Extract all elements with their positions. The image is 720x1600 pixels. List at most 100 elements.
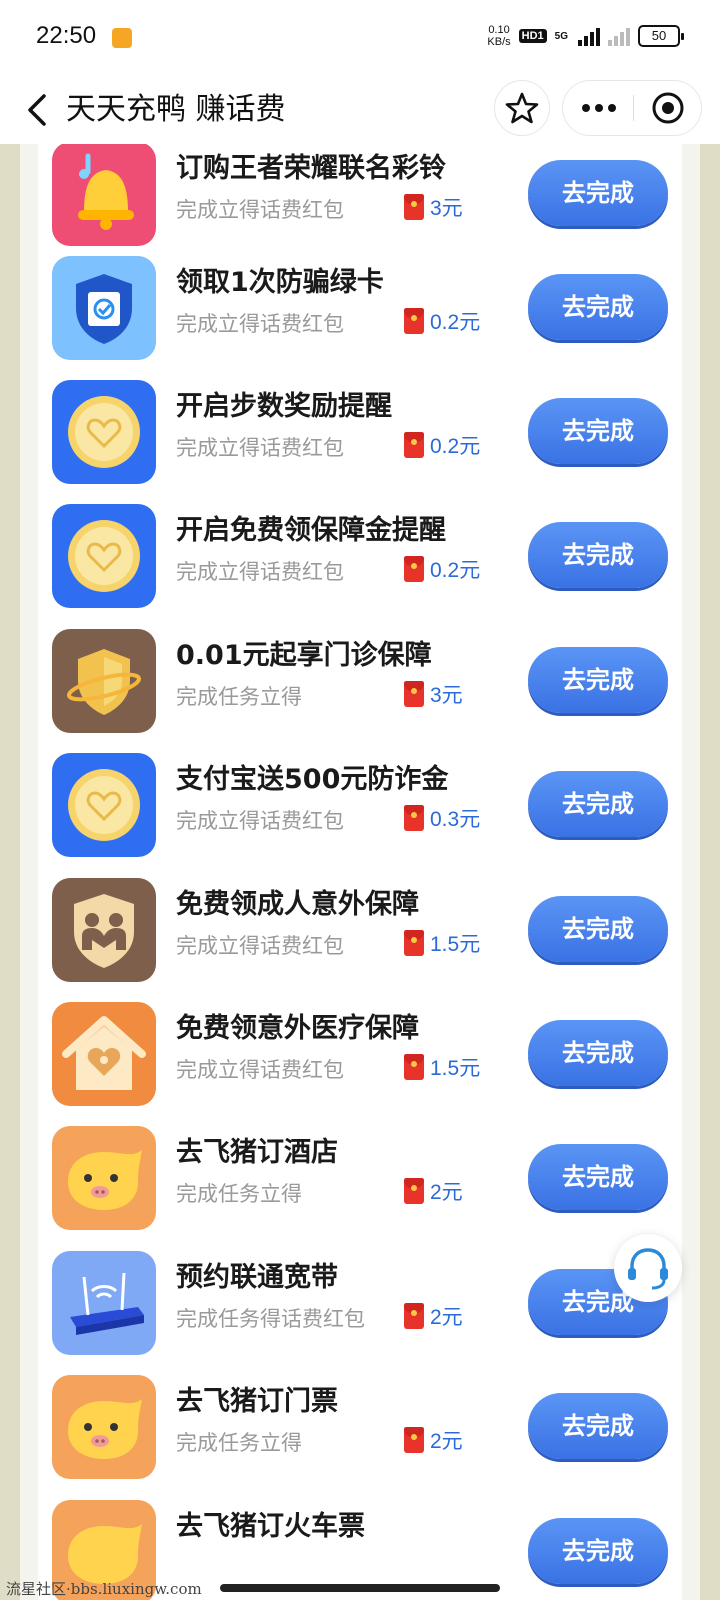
- close-mini-program-button[interactable]: [634, 81, 702, 135]
- red-packet-icon: [404, 1054, 424, 1080]
- task-title: 开启免费领保障金提醒: [176, 515, 446, 546]
- red-packet-icon: [404, 1303, 424, 1329]
- task-title: 免费领成人意外保障: [176, 889, 419, 920]
- task-title: 支付宝送500元防诈金: [176, 764, 449, 795]
- bell-icon: [52, 144, 156, 246]
- battery-level: 50: [651, 28, 667, 43]
- task-title: 预约联通宽带: [176, 1262, 338, 1293]
- task-subtitle: 完成立得话费红包: [176, 312, 344, 336]
- signal-icon: [578, 26, 600, 46]
- reward-amount: 3元: [430, 197, 463, 220]
- reward-amount: 1.5元: [430, 933, 481, 956]
- target-icon: [652, 92, 684, 124]
- go-complete-button[interactable]: 去完成: [528, 1518, 668, 1584]
- task-reward: 0.2元: [404, 430, 480, 460]
- status-indicators: 0.10 KB/s HD1 5G 50: [487, 24, 684, 48]
- red-packet-icon: [404, 805, 424, 831]
- more-icon: [582, 104, 616, 112]
- back-icon[interactable]: [20, 88, 60, 132]
- task-reward: 1.5元: [404, 1052, 480, 1082]
- go-complete-button[interactable]: 去完成: [528, 274, 668, 340]
- task-title: 去飞猪订火车票: [176, 1511, 365, 1542]
- reward-amount: 3元: [430, 684, 463, 707]
- task-title: 订购王者荣耀联名彩铃: [176, 153, 446, 184]
- go-complete-button[interactable]: 去完成: [528, 771, 668, 837]
- more-button[interactable]: [563, 81, 633, 135]
- reward-amount: 0.2元: [430, 435, 481, 458]
- task-subtitle: 完成任务立得: [176, 1431, 302, 1455]
- task-item: 去飞猪订门票 完成任务立得 2元 去完成: [52, 1375, 672, 1479]
- task-reward: 3元: [404, 192, 463, 222]
- reward-amount: 2元: [430, 1306, 463, 1329]
- network-speed: 0.10 KB/s: [487, 24, 510, 48]
- task-reward: 2元: [404, 1425, 463, 1455]
- coin-heart-icon: [52, 380, 156, 484]
- go-complete-button[interactable]: 去完成: [528, 1393, 668, 1459]
- watermark: 流星社区·bbs.liuxingw.com: [6, 1580, 202, 1598]
- go-complete-button[interactable]: 去完成: [528, 522, 668, 588]
- task-title: 领取1次防骗绿卡: [176, 267, 384, 298]
- task-reward: 2元: [404, 1301, 463, 1331]
- task-item: 去飞猪订酒店 完成任务立得 2元 去完成: [52, 1126, 672, 1230]
- task-subtitle: 完成任务立得: [176, 1182, 302, 1206]
- task-reward: 0.3元: [404, 803, 480, 833]
- red-packet-icon: [404, 194, 424, 220]
- task-item: 0.01元起享门诊保障 完成任务立得 3元 去完成: [52, 629, 672, 733]
- task-item: 免费领成人意外保障 完成立得话费红包 1.5元 去完成: [52, 878, 672, 982]
- task-subtitle: 完成立得话费红包: [176, 1058, 344, 1082]
- red-packet-icon: [404, 308, 424, 334]
- network-type: 5G: [554, 30, 568, 42]
- task-item: 支付宝送500元防诈金 完成立得话费红包 0.3元 去完成: [52, 753, 672, 857]
- reward-amount: 0.2元: [430, 311, 481, 334]
- status-bar: 22:50 0.10 KB/s HD1 5G 50: [0, 0, 720, 76]
- task-reward: 0.2元: [404, 554, 480, 584]
- task-reward: 0.2元: [404, 306, 480, 336]
- task-item: 开启步数奖励提醒 完成立得话费红包 0.2元 去完成: [52, 380, 672, 484]
- task-title: 开启步数奖励提醒: [176, 391, 392, 422]
- red-packet-icon: [404, 1178, 424, 1204]
- battery-icon: 50: [638, 25, 684, 47]
- task-title: 去飞猪订门票: [176, 1386, 338, 1417]
- shield-check-icon: [52, 256, 156, 360]
- go-complete-button[interactable]: 去完成: [528, 1144, 668, 1210]
- task-item: 预约联通宽带 完成任务得话费红包 2元 去完成: [52, 1251, 672, 1355]
- go-complete-button[interactable]: 去完成: [528, 398, 668, 464]
- app-notification-icon: [112, 28, 132, 48]
- wifi-router-icon: [52, 1251, 156, 1355]
- mini-program-capsule: [562, 80, 702, 136]
- home-indicator[interactable]: [220, 1584, 500, 1592]
- red-packet-icon: [404, 556, 424, 582]
- go-complete-button[interactable]: 去完成: [528, 160, 668, 226]
- task-subtitle: 完成立得话费红包: [176, 934, 344, 958]
- gold-shield-icon: [52, 629, 156, 733]
- red-packet-icon: [404, 930, 424, 956]
- signal-2-icon: [608, 26, 630, 46]
- task-item: 订购王者荣耀联名彩铃 完成立得话费红包 3元 去完成: [52, 144, 672, 246]
- task-subtitle: 完成任务立得: [176, 685, 302, 709]
- task-reward: 1.5元: [404, 928, 480, 958]
- star-icon: [505, 92, 539, 124]
- nav-bar: 天天充鸭 赚话费: [0, 76, 720, 144]
- red-packet-icon: [404, 432, 424, 458]
- content-area: 订购王者荣耀联名彩铃 完成立得话费红包 3元 去完成 领取1次防骗绿卡 完成立得…: [0, 144, 720, 1600]
- customer-service-button[interactable]: [614, 1234, 682, 1302]
- reward-amount: 1.5元: [430, 1057, 481, 1080]
- status-time: 22:50: [36, 22, 97, 49]
- go-complete-button[interactable]: 去完成: [528, 647, 668, 713]
- go-complete-button[interactable]: 去完成: [528, 896, 668, 962]
- speed-value: 0.10: [488, 24, 510, 36]
- task-reward: 2元: [404, 1176, 463, 1206]
- task-reward: 3元: [404, 679, 463, 709]
- family-shield-icon: [52, 878, 156, 982]
- go-complete-button[interactable]: 去完成: [528, 1020, 668, 1086]
- reward-amount: 2元: [430, 1430, 463, 1453]
- hd-badge: HD1: [518, 29, 547, 43]
- page-title: 天天充鸭 赚话费: [66, 92, 286, 127]
- coin-heart-icon: [52, 504, 156, 608]
- task-title: 免费领意外医疗保障: [176, 1013, 419, 1044]
- task-subtitle: 完成任务得话费红包: [176, 1307, 365, 1331]
- favorite-button[interactable]: [494, 80, 550, 136]
- task-subtitle: 完成立得话费红包: [176, 560, 344, 584]
- task-title: 去飞猪订酒店: [176, 1137, 338, 1168]
- task-subtitle: 完成立得话费红包: [176, 436, 344, 460]
